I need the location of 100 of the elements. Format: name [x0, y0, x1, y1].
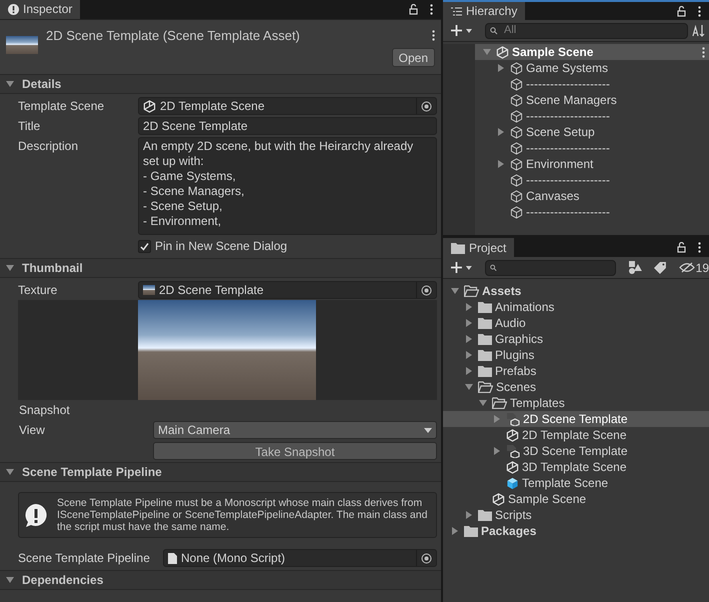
tree-item[interactable]: ---------------------: [475, 76, 709, 92]
collapsed-arrow-icon[interactable]: [465, 511, 473, 519]
view-dropdown[interactable]: Main Camera: [153, 421, 437, 439]
expanded-arrow-icon[interactable]: [6, 576, 14, 584]
collapsed-arrow-icon[interactable]: [493, 415, 501, 423]
target-icon[interactable]: [421, 284, 432, 296]
shapes-filter-icon[interactable]: [628, 261, 642, 274]
description-field[interactable]: An empty 2D scene, but with the Heirarchy already set up with: - Game Systems, - Scene Managers, - Scene Setup, - Environment,: [138, 137, 437, 235]
tree-item[interactable]: Environment: [475, 156, 709, 172]
open-button[interactable]: Open: [392, 48, 435, 66]
collapsed-arrow-icon[interactable]: [465, 319, 473, 327]
tree-item[interactable]: 3D Template Scene: [443, 459, 709, 475]
take-snapshot-button[interactable]: Take Snapshot: [153, 442, 437, 460]
tree-item[interactable]: Sample Scene: [443, 491, 709, 507]
collapsed-arrow-icon[interactable]: [497, 160, 505, 168]
expanded-arrow-icon[interactable]: [451, 287, 459, 295]
title-field[interactable]: 2D Scene Template: [138, 117, 437, 135]
search-field[interactable]: All: [485, 22, 688, 38]
texture-swatch: [143, 285, 155, 295]
more-options-icon[interactable]: [430, 4, 433, 14]
tree-item[interactable]: Sample Scene: [475, 44, 709, 60]
expanded-arrow-icon[interactable]: [479, 399, 487, 407]
tree-item[interactable]: Plugins: [443, 347, 709, 363]
section-header[interactable]: Details: [0, 74, 441, 94]
tree-item[interactable]: Assets: [443, 283, 709, 299]
checkbox[interactable]: [138, 240, 151, 252]
unity-logo-icon: [506, 428, 519, 442]
lock-icon[interactable]: [677, 242, 686, 253]
script-field[interactable]: None (Mono Script): [163, 549, 437, 567]
unity-logo-icon: [492, 492, 505, 506]
shaded-cube-icon: [506, 476, 519, 490]
collapsed-arrow-icon[interactable]: [465, 351, 473, 359]
target-icon[interactable]: [421, 100, 432, 112]
inspector-tab[interactable]: Inspector: [0, 0, 80, 19]
label-tag-icon[interactable]: [654, 261, 667, 274]
tree-item[interactable]: Graphics: [443, 331, 709, 347]
folder-icon: [478, 333, 492, 345]
project-tab[interactable]: Project: [443, 238, 514, 257]
tree-item[interactable]: Template Scene: [443, 475, 709, 491]
tree-item[interactable]: Scene Setup: [475, 124, 709, 140]
tree-item[interactable]: ---------------------: [475, 204, 709, 220]
section-header[interactable]: Thumbnail: [0, 258, 441, 278]
document-unity-icon: [506, 412, 520, 426]
tree-item[interactable]: 2D Template Scene: [443, 427, 709, 443]
target-icon[interactable]: [421, 552, 432, 564]
hidden-eye-icon[interactable]: [678, 262, 695, 273]
expanded-arrow-icon[interactable]: [483, 48, 491, 56]
search-field[interactable]: [484, 260, 616, 276]
tree-item[interactable]: Canvases: [475, 188, 709, 204]
scene-options-icon[interactable]: [702, 47, 705, 58]
tree-item[interactable]: Prefabs: [443, 363, 709, 379]
folder-icon: [451, 242, 465, 254]
more-options-icon[interactable]: [432, 30, 435, 41]
cube-icon: [510, 94, 523, 106]
tree-item[interactable]: Animations: [443, 299, 709, 315]
snapshot-label: Snapshot: [19, 403, 70, 417]
cube-icon: [510, 190, 523, 202]
tree-item[interactable]: Game Systems: [475, 60, 709, 76]
texture-field[interactable]: 2D Scene Template: [138, 281, 437, 299]
expanded-arrow-icon[interactable]: [6, 468, 14, 476]
tree-item[interactable]: 2D Scene Template: [443, 411, 709, 427]
lock-icon[interactable]: [409, 4, 418, 14]
tree-item[interactable]: Scene Managers: [475, 92, 709, 108]
lock-icon[interactable]: [677, 6, 686, 16]
tree-item[interactable]: ---------------------: [475, 108, 709, 124]
tree-item[interactable]: Scripts: [443, 507, 709, 523]
tree-item[interactable]: Packages: [443, 523, 709, 539]
list-icon: [451, 6, 462, 16]
expanded-arrow-icon[interactable]: [6, 80, 14, 88]
folder-icon: [478, 301, 492, 313]
sort-icon[interactable]: [692, 24, 705, 37]
tree-item[interactable]: Scenes: [443, 379, 709, 395]
folder-icon: [478, 349, 492, 361]
more-options-icon[interactable]: [698, 6, 701, 16]
collapsed-arrow-icon[interactable]: [497, 64, 505, 72]
tree-item[interactable]: ---------------------: [475, 140, 709, 156]
collapsed-arrow-icon[interactable]: [451, 527, 459, 535]
field-label: Template Scene: [18, 98, 106, 115]
collapsed-arrow-icon[interactable]: [465, 367, 473, 375]
cube-icon: [510, 78, 523, 90]
more-options-icon[interactable]: [698, 242, 701, 253]
collapsed-arrow-icon[interactable]: [493, 447, 501, 455]
expanded-arrow-icon[interactable]: [465, 383, 473, 391]
cube-icon: [510, 174, 523, 186]
tree-item[interactable]: Templates: [443, 395, 709, 411]
collapsed-arrow-icon[interactable]: [497, 128, 505, 136]
object-field[interactable]: 2D Template Scene: [138, 97, 437, 115]
folder-icon: [478, 365, 492, 377]
cube-icon: [510, 206, 523, 218]
tree-item[interactable]: ---------------------: [475, 172, 709, 188]
collapsed-arrow-icon[interactable]: [465, 303, 473, 311]
field-label: Title: [18, 118, 42, 135]
section-header[interactable]: Scene Template Pipeline: [0, 462, 441, 482]
section-header[interactable]: Dependencies: [0, 570, 441, 590]
hierarchy-tab[interactable]: Hierarchy: [443, 2, 526, 20]
expanded-arrow-icon[interactable]: [6, 264, 14, 272]
tree-item[interactable]: 3D Scene Template: [443, 443, 709, 459]
info-icon: [8, 4, 19, 14]
collapsed-arrow-icon[interactable]: [465, 335, 473, 343]
tree-item[interactable]: Audio: [443, 315, 709, 331]
